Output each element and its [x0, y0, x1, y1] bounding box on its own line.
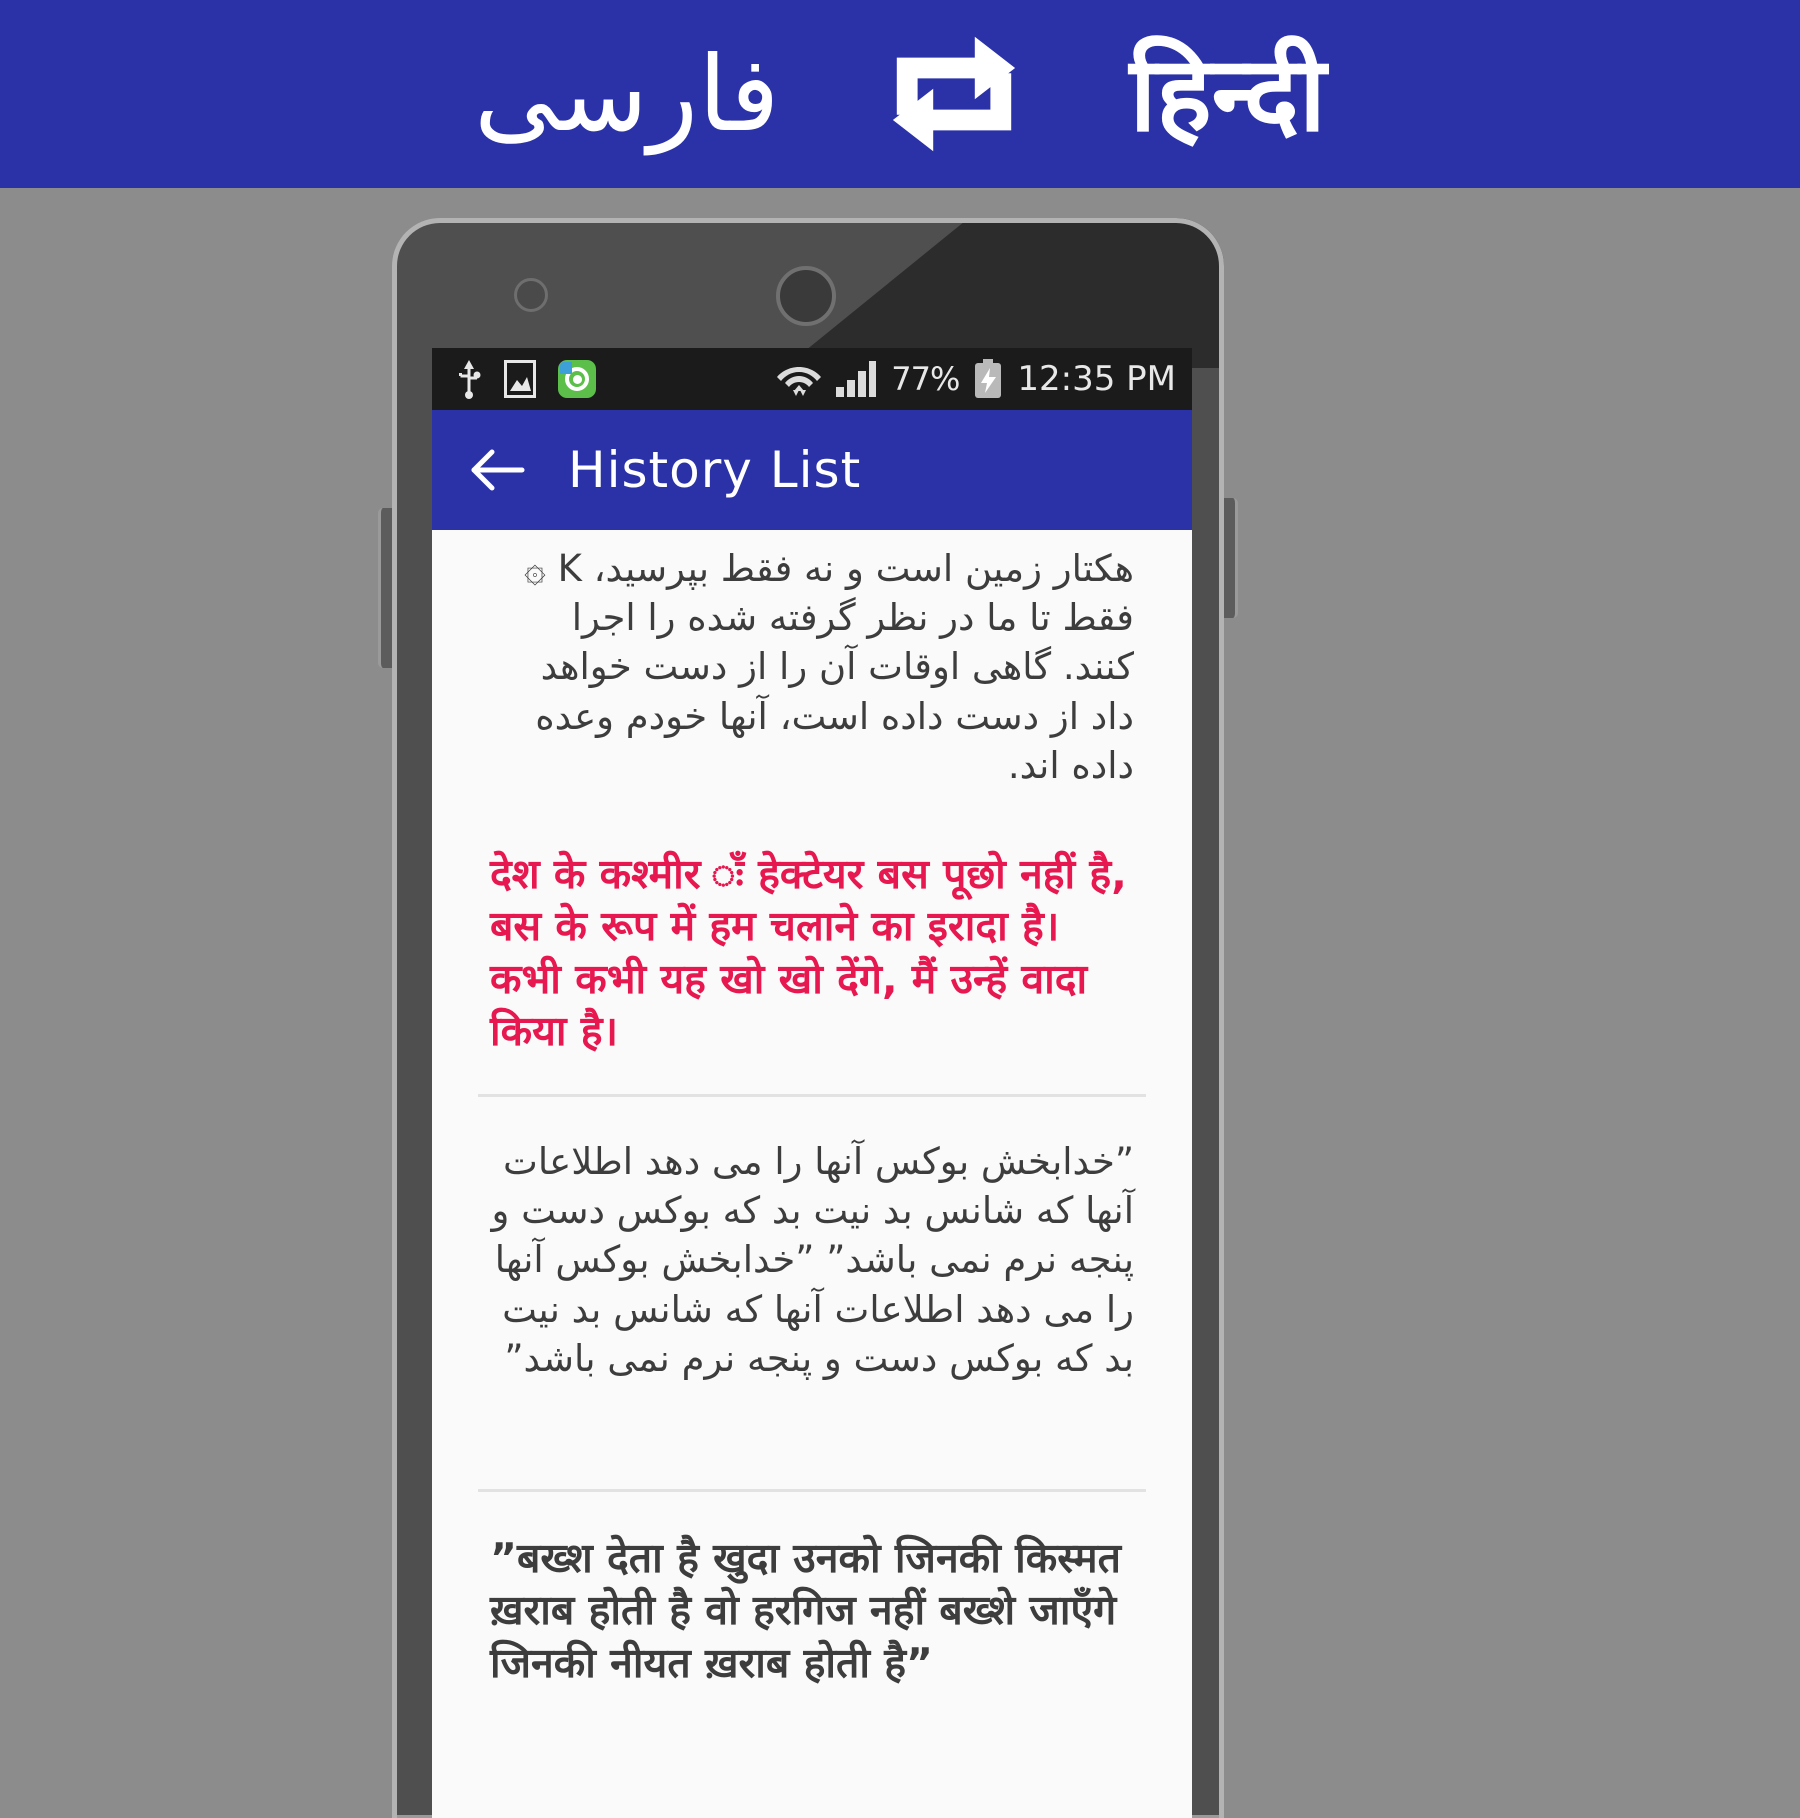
status-bar: 77% 12:35 PM	[432, 348, 1192, 410]
screenshot-icon	[504, 360, 536, 398]
swap-repeat-icon	[889, 34, 1019, 154]
wifi-icon	[777, 359, 822, 399]
screenshot-root: فارسی हिन्दी 77% 12:35 PM History List ه…	[0, 0, 1800, 1818]
battery-percent-label: 77%	[891, 360, 960, 398]
app-bar: History List	[432, 410, 1192, 530]
power-button[interactable]	[1219, 498, 1238, 618]
phone-screen: 77% 12:35 PM History List هکتار زمین است…	[432, 348, 1192, 1818]
history-source-text: هکتار زمین است و نه فقط بپرسید، ‏K ۞ فقط…	[524, 547, 1134, 787]
list-item[interactable]: ”बख्श देता है खुदा उनको जिनकी किस्मत ख़र…	[472, 1492, 1152, 1699]
usb-icon	[456, 359, 482, 399]
list-item[interactable]: هکتار زمین است و نه فقط بپرسید، ‏K ۞ فقط…	[472, 530, 1152, 1068]
earpiece-sensor-icon	[514, 278, 548, 312]
promo-target-language-label: हिन्दी	[1129, 33, 1326, 155]
history-target-text: ”बख्श देता है खुदा उनको जिनकी किस्मत ख़र…	[490, 1533, 1122, 1687]
page-title: History List	[568, 441, 862, 499]
history-list[interactable]: هکتار زمین است و نه فقط بپرسید، ‏K ۞ فقط…	[432, 530, 1192, 1818]
app-notification-icon	[558, 360, 596, 398]
cellular-signal-icon	[835, 360, 877, 398]
status-bar-left-icons	[456, 359, 777, 399]
back-arrow-icon[interactable]	[470, 448, 526, 492]
promo-source-language-label: فارسی	[474, 33, 780, 155]
list-item[interactable]: ”خدابخش بوکس آنها را می دهد اطلاعات آنها…	[472, 1097, 1152, 1393]
status-bar-right-icons: 77% 12:35 PM	[777, 359, 1176, 399]
status-bar-clock: 12:35 PM	[1017, 359, 1176, 399]
front-camera-icon	[776, 266, 836, 326]
history-target-text: देश के कश्मीर ःँ हेक्टेयर बस पूछो नहीं ह…	[490, 850, 1127, 1056]
promo-banner: فارسی हिन्दी	[0, 0, 1800, 188]
phone-device: 77% 12:35 PM History List هکتار زمین است…	[378, 218, 1238, 1818]
volume-button[interactable]	[378, 508, 397, 668]
battery-charging-icon	[973, 359, 1003, 399]
history-source-text: ”خدابخش بوکس آنها را می دهد اطلاعات آنها…	[491, 1139, 1134, 1380]
